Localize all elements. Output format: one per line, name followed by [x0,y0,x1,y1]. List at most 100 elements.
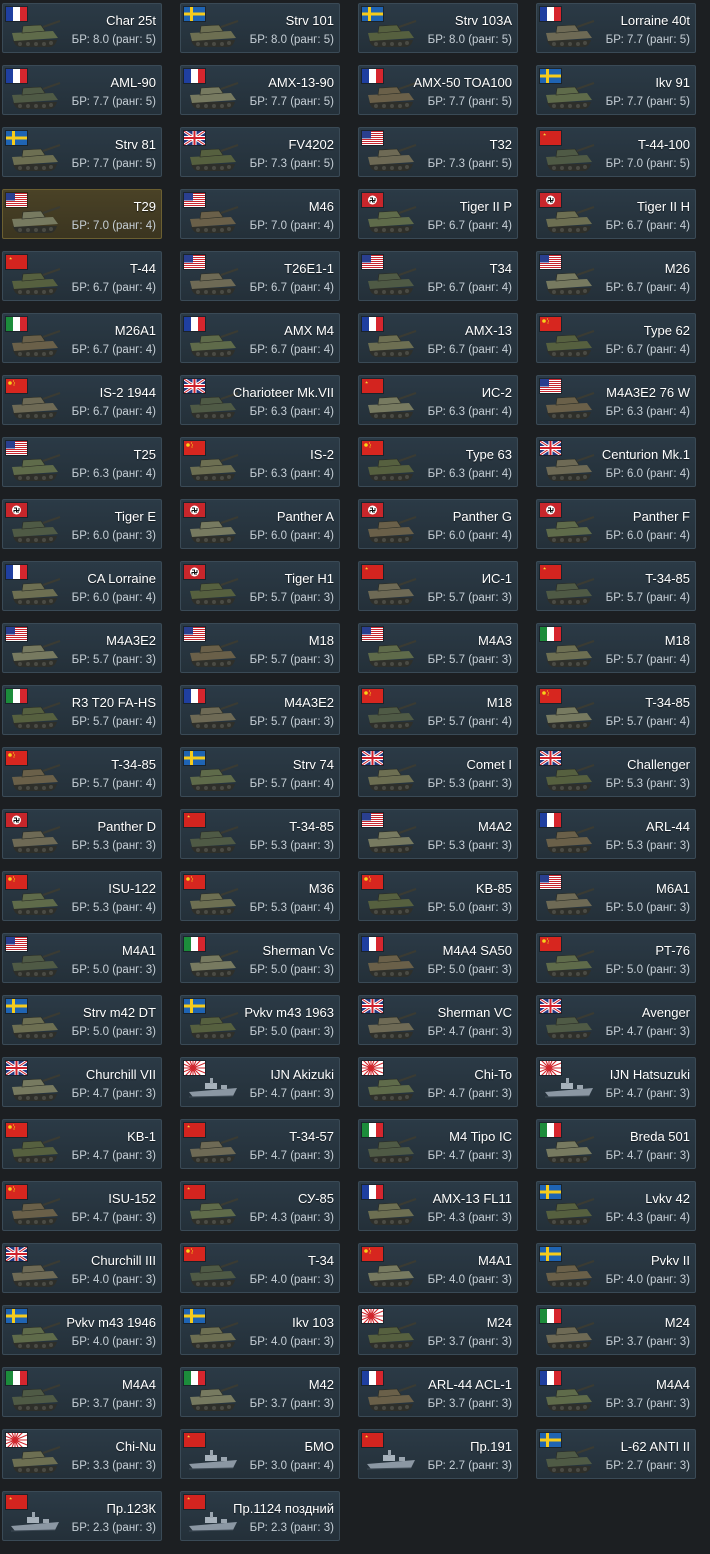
vehicle-card[interactable]: M4A1 БР: 5.0 (ранг: 3) [2,933,162,983]
vehicle-card[interactable]: T32 БР: 7.3 (ранг: 5) [358,127,518,177]
vehicle-card[interactable]: Sherman VC БР: 4.7 (ранг: 3) [358,995,518,1045]
vehicle-card[interactable]: ARL-44 ACL-1 БР: 3.7 (ранг: 3) [358,1367,518,1417]
vehicle-card[interactable]: T-44 БР: 6.7 (ранг: 4) [2,251,162,301]
vehicle-card[interactable]: T-34-57 БР: 4.7 (ранг: 3) [180,1119,340,1169]
vehicle-card[interactable]: M18 БР: 5.7 (ранг: 4) [358,685,518,735]
vehicle-card[interactable]: Type 63 БР: 6.3 (ранг: 4) [358,437,518,487]
vehicle-card[interactable]: Strv 81 БР: 7.7 (ранг: 5) [2,127,162,177]
vehicle-card[interactable]: M24 БР: 3.7 (ранг: 3) [358,1305,518,1355]
vehicle-card[interactable]: Avenger БР: 4.7 (ранг: 3) [536,995,696,1045]
vehicle-card[interactable]: M36 БР: 5.3 (ранг: 4) [180,871,340,921]
vehicle-card[interactable]: Ikv 91 БР: 7.7 (ранг: 5) [536,65,696,115]
vehicle-card[interactable]: AMX M4 БР: 6.7 (ранг: 4) [180,313,340,363]
vehicle-card[interactable]: Panther A БР: 6.0 (ранг: 4) [180,499,340,549]
vehicle-card[interactable]: R3 T20 FA-HS БР: 5.7 (ранг: 4) [2,685,162,735]
vehicle-card[interactable]: Tiger II H БР: 6.7 (ранг: 4) [536,189,696,239]
vehicle-card[interactable]: Ikv 103 БР: 4.0 (ранг: 3) [180,1305,340,1355]
vehicle-card[interactable]: СУ-85 БР: 4.3 (ранг: 3) [180,1181,340,1231]
vehicle-card[interactable]: KB-85 БР: 5.0 (ранг: 3) [358,871,518,921]
vehicle-card[interactable]: M46 БР: 7.0 (ранг: 4) [180,189,340,239]
vehicle-card[interactable]: Panther F БР: 6.0 (ранг: 4) [536,499,696,549]
vehicle-card[interactable]: M24 БР: 3.7 (ранг: 3) [536,1305,696,1355]
vehicle-card[interactable]: Pvkv II БР: 4.0 (ранг: 3) [536,1243,696,1293]
vehicle-card[interactable]: Strv 103A БР: 8.0 (ранг: 5) [358,3,518,53]
vehicle-card[interactable]: M4A4 БР: 3.7 (ранг: 3) [536,1367,696,1417]
vehicle-card[interactable]: M6A1 БР: 5.0 (ранг: 3) [536,871,696,921]
tank-icon [368,267,417,295]
vehicle-card[interactable]: Charioteer Mk.VII БР: 6.3 (ранг: 4) [180,375,340,425]
vehicle-card[interactable]: M4A3E2 БР: 5.7 (ранг: 3) [2,623,162,673]
vehicle-card[interactable]: Strv m42 DT БР: 5.0 (ранг: 3) [2,995,162,1045]
vehicle-card[interactable]: M4A2 БР: 5.3 (ранг: 3) [358,809,518,859]
vehicle-card[interactable]: KB-1 БР: 4.7 (ранг: 3) [2,1119,162,1169]
vehicle-card[interactable]: M4A4 БР: 3.7 (ранг: 3) [2,1367,162,1417]
vehicle-card[interactable]: Strv 101 БР: 8.0 (ранг: 5) [180,3,340,53]
vehicle-card[interactable]: Churchill III БР: 4.0 (ранг: 3) [2,1243,162,1293]
vehicle-card[interactable]: Lvkv 42 БР: 4.3 (ранг: 4) [536,1181,696,1231]
vehicle-card[interactable]: T-34-85 БР: 5.7 (ранг: 4) [2,747,162,797]
vehicle-card[interactable]: M4 Tipo IC БР: 4.7 (ранг: 3) [358,1119,518,1169]
vehicle-card[interactable]: Tiger II P БР: 6.7 (ранг: 4) [358,189,518,239]
vehicle-card[interactable]: CA Lorraine БР: 6.0 (ранг: 4) [2,561,162,611]
vehicle-card[interactable]: Lorraine 40t БР: 7.7 (ранг: 5) [536,3,696,53]
vehicle-card[interactable]: Breda 501 БР: 4.7 (ранг: 3) [536,1119,696,1169]
vehicle-card[interactable]: T-34 БР: 4.0 (ранг: 3) [180,1243,340,1293]
vehicle-card[interactable]: T29 БР: 7.0 (ранг: 4) [2,189,162,239]
vehicle-battle-rating: БР: 5.7 (ранг: 4) [427,716,512,728]
vehicle-card[interactable]: AMX-13 FL11 БР: 4.3 (ранг: 3) [358,1181,518,1231]
vehicle-card[interactable]: Пр.191 БР: 2.7 (ранг: 3) [358,1429,518,1479]
vehicle-card[interactable]: T-34-85 БР: 5.7 (ранг: 4) [536,561,696,611]
vehicle-card[interactable]: T26E1-1 БР: 6.7 (ранг: 4) [180,251,340,301]
vehicle-card[interactable]: Пр.123К БР: 2.3 (ранг: 3) [2,1491,162,1541]
vehicle-card[interactable]: PT-76 БР: 5.0 (ранг: 3) [536,933,696,983]
vehicle-card[interactable]: Strv 74 БР: 5.7 (ранг: 4) [180,747,340,797]
vehicle-card[interactable]: ИС-1 БР: 5.7 (ранг: 3) [358,561,518,611]
vehicle-card[interactable]: AML-90 БР: 7.7 (ранг: 5) [2,65,162,115]
vehicle-card[interactable]: IS-2 1944 БР: 6.7 (ранг: 4) [2,375,162,425]
vehicle-card[interactable]: Chi-To БР: 4.7 (ранг: 3) [358,1057,518,1107]
vehicle-card[interactable]: Type 62 БР: 6.7 (ранг: 4) [536,313,696,363]
vehicle-card[interactable]: Churchill VII БР: 4.7 (ранг: 3) [2,1057,162,1107]
vehicle-card[interactable]: L-62 ANTI II БР: 2.7 (ранг: 3) [536,1429,696,1479]
vehicle-card[interactable]: Centurion Mk.1 БР: 6.0 (ранг: 4) [536,437,696,487]
vehicle-card[interactable]: T34 БР: 6.7 (ранг: 4) [358,251,518,301]
vehicle-card[interactable]: M4A3E2 БР: 5.7 (ранг: 3) [180,685,340,735]
vehicle-card[interactable]: Tiger E БР: 6.0 (ранг: 3) [2,499,162,549]
vehicle-card[interactable]: AMX-50 TOA100 БР: 7.7 (ранг: 5) [358,65,518,115]
vehicle-card[interactable]: M42 БР: 3.7 (ранг: 3) [180,1367,340,1417]
vehicle-card[interactable]: M26A1 БР: 6.7 (ранг: 4) [2,313,162,363]
vehicle-card[interactable]: Sherman Vc БР: 5.0 (ранг: 3) [180,933,340,983]
vehicle-card[interactable]: Tiger H1 БР: 5.7 (ранг: 3) [180,561,340,611]
vehicle-card[interactable]: T-34-85 БР: 5.3 (ранг: 3) [180,809,340,859]
vehicle-card[interactable]: T-44-100 БР: 7.0 (ранг: 5) [536,127,696,177]
vehicle-card[interactable]: AMX-13-90 БР: 7.7 (ранг: 5) [180,65,340,115]
vehicle-card[interactable]: Char 25t БР: 8.0 (ранг: 5) [2,3,162,53]
vehicle-card[interactable]: ИС-2 БР: 6.3 (ранг: 4) [358,375,518,425]
vehicle-card[interactable]: M18 БР: 5.7 (ранг: 3) [180,623,340,673]
vehicle-card[interactable]: ISU-152 БР: 4.7 (ранг: 3) [2,1181,162,1231]
vehicle-card[interactable]: ISU-122 БР: 5.3 (ранг: 4) [2,871,162,921]
vehicle-card[interactable]: FV4202 БР: 7.3 (ранг: 5) [180,127,340,177]
vehicle-card[interactable]: M18 БР: 5.7 (ранг: 4) [536,623,696,673]
vehicle-card[interactable]: M4A1 БР: 4.0 (ранг: 3) [358,1243,518,1293]
vehicle-card[interactable]: M4A3 БР: 5.7 (ранг: 3) [358,623,518,673]
vehicle-card[interactable]: Panther G БР: 6.0 (ранг: 4) [358,499,518,549]
vehicle-card[interactable]: IS-2 БР: 6.3 (ранг: 4) [180,437,340,487]
vehicle-card[interactable]: Pvkv m43 1963 БР: 5.0 (ранг: 3) [180,995,340,1045]
vehicle-card[interactable]: AMX-13 БР: 6.7 (ранг: 4) [358,313,518,363]
vehicle-card[interactable]: M26 БР: 6.7 (ранг: 4) [536,251,696,301]
vehicle-card[interactable]: Chi-Nu БР: 3.3 (ранг: 3) [2,1429,162,1479]
vehicle-card[interactable]: T-34-85 БР: 5.7 (ранг: 4) [536,685,696,735]
vehicle-card[interactable]: ARL-44 БР: 5.3 (ранг: 3) [536,809,696,859]
vehicle-card[interactable]: Challenger БР: 5.3 (ранг: 3) [536,747,696,797]
vehicle-card[interactable]: Comet I БР: 5.3 (ранг: 3) [358,747,518,797]
vehicle-card[interactable]: IJN Hatsuzuki БР: 4.7 (ранг: 3) [536,1057,696,1107]
vehicle-card[interactable]: БМО БР: 3.0 (ранг: 4) [180,1429,340,1479]
vehicle-card[interactable]: M4A3E2 76 W БР: 6.3 (ранг: 4) [536,375,696,425]
vehicle-card[interactable]: Pvkv m43 1946 БР: 4.0 (ранг: 3) [2,1305,162,1355]
vehicle-card[interactable]: M4A4 SA50 БР: 5.0 (ранг: 3) [358,933,518,983]
vehicle-card[interactable]: T25 БР: 6.3 (ранг: 4) [2,437,162,487]
vehicle-card[interactable]: IJN Akizuki БР: 4.7 (ранг: 3) [180,1057,340,1107]
vehicle-card[interactable]: Пр.1124 поздний БР: 2.3 (ранг: 3) [180,1491,340,1541]
vehicle-card[interactable]: Panther D БР: 5.3 (ранг: 3) [2,809,162,859]
